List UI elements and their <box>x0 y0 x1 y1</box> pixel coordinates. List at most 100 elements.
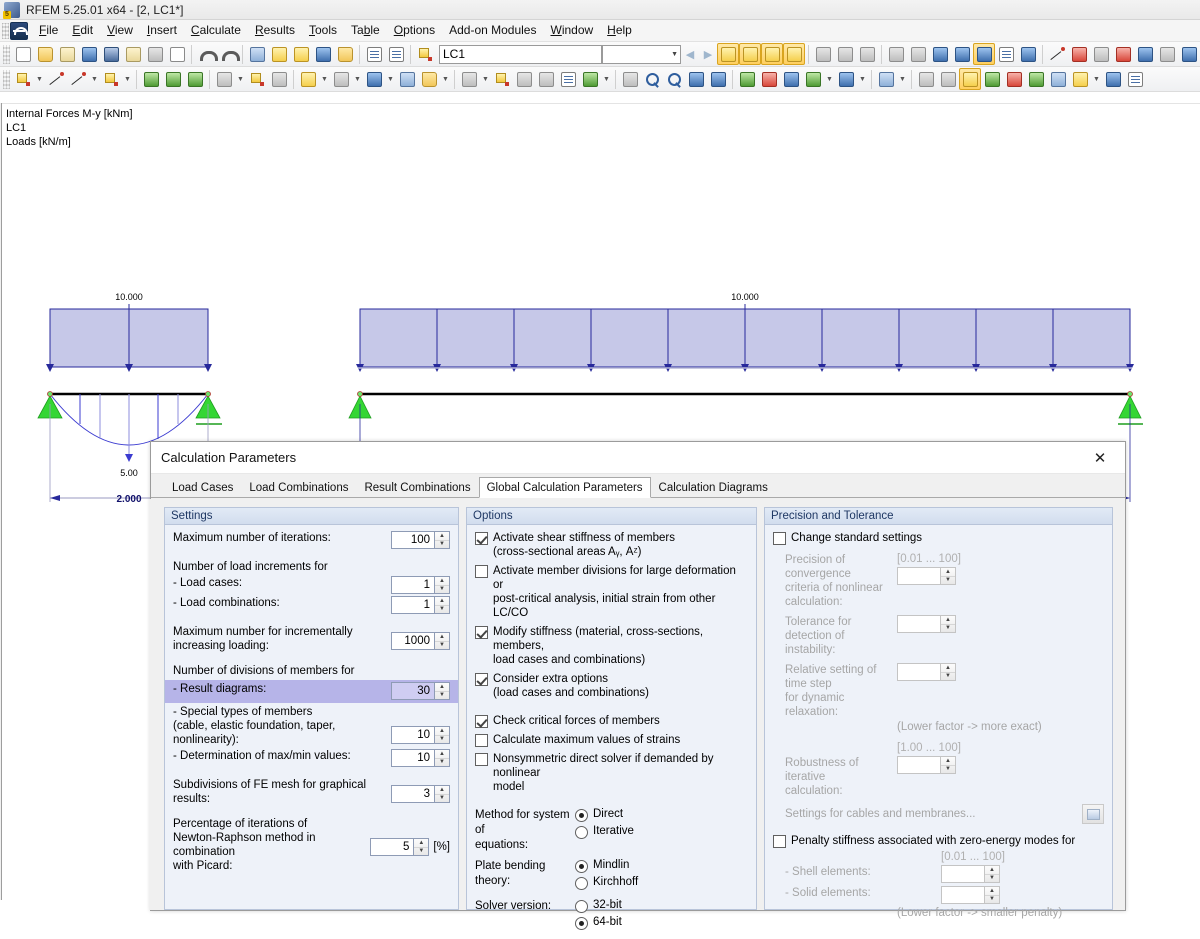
radio-solver-32bit[interactable]: 32-bit <box>575 899 748 913</box>
tab-result-combinations[interactable]: Result Combinations <box>356 478 478 497</box>
new-member-division-icon[interactable] <box>268 68 290 90</box>
solid-load-dropdown-icon[interactable]: ▼ <box>440 68 451 90</box>
secondary-combo[interactable]: ▼ <box>602 45 681 64</box>
menu-item-insert[interactable]: Insert <box>140 20 184 41</box>
precision-spin-buttons[interactable]: ▲▼ <box>941 567 956 585</box>
menu-item-table[interactable]: Table <box>344 20 387 41</box>
new-solid-icon[interactable] <box>396 68 418 90</box>
result-value-icon[interactable] <box>1069 68 1091 90</box>
tab-load-cases[interactable]: Load Cases <box>164 478 241 497</box>
special-members-stepper[interactable]: 10 ▲▼ <box>391 726 450 744</box>
show-deformation-icon[interactable] <box>717 43 739 65</box>
radio-plate-mindlin[interactable]: Mindlin <box>575 859 748 873</box>
spin-down-icon[interactable]: ▼ <box>941 673 955 681</box>
toolbar-grip-2[interactable] <box>3 70 10 89</box>
solid-spin-buttons[interactable]: ▲▼ <box>985 886 1000 904</box>
maxmin-stepper[interactable]: 10 ▲▼ <box>391 749 450 767</box>
surface-result-icon[interactable] <box>1025 68 1047 90</box>
view-z-icon[interactable] <box>780 68 802 90</box>
view-x-icon[interactable] <box>736 68 758 90</box>
new-member-dropdown-icon[interactable]: ▼ <box>89 68 100 90</box>
render-mode-icon[interactable] <box>835 68 857 90</box>
spin-down-icon[interactable]: ▼ <box>985 875 999 883</box>
load-case-combo[interactable]: LC1 <box>439 45 602 64</box>
model-generator-icon[interactable] <box>579 68 601 90</box>
new-line-icon[interactable] <box>45 68 67 90</box>
open-model-icon[interactable] <box>56 43 78 65</box>
menu-item-help[interactable]: Help <box>600 20 639 41</box>
result-diagrams-spin-buttons[interactable]: ▲▼ <box>435 682 450 700</box>
menu-item-file[interactable]: File <box>32 20 65 41</box>
checkbox-change-standard-settings[interactable]: Change standard settings <box>773 531 1104 545</box>
zoom-window-icon[interactable] <box>707 68 729 90</box>
tolerance-instability-stepper[interactable]: ▲▼ <box>897 615 956 633</box>
new-surface-support-icon[interactable] <box>184 68 206 90</box>
radio-icon[interactable] <box>575 900 588 913</box>
new-line-support-icon[interactable] <box>162 68 184 90</box>
perspective-dropdown-icon[interactable]: ▼ <box>897 68 908 90</box>
checkbox-icon[interactable] <box>475 734 488 747</box>
spin-up-icon[interactable]: ▲ <box>941 757 955 766</box>
checkbox-icon[interactable] <box>773 532 786 545</box>
spin-down-icon[interactable]: ▼ <box>435 642 449 650</box>
checkbox-modify-stiffness[interactable]: Modify stiffness (material, cross-sectio… <box>475 625 748 667</box>
picard-stepper[interactable]: 5 ▲▼ [%] <box>370 838 450 856</box>
spin-up-icon[interactable]: ▲ <box>435 597 449 606</box>
internal-forces-icon[interactable] <box>959 68 981 90</box>
coordinate-system-icon[interactable] <box>973 43 995 65</box>
menu-item-tools[interactable]: Tools <box>302 20 344 41</box>
spin-down-icon[interactable]: ▼ <box>985 896 999 904</box>
tab-global-calculation-parameters[interactable]: Global Calculation Parameters <box>479 477 651 498</box>
mesh-icon[interactable] <box>885 43 907 65</box>
rotate-icon[interactable] <box>1068 43 1090 65</box>
robustness-spin-buttons[interactable]: ▲▼ <box>941 756 956 774</box>
checkbox-icon[interactable] <box>475 565 488 578</box>
print-icon[interactable] <box>144 43 166 65</box>
open-blue-model-icon[interactable] <box>78 43 100 65</box>
support-reaction-icon[interactable] <box>937 68 959 90</box>
menu-item-edit[interactable]: Edit <box>65 20 100 41</box>
spin-up-icon[interactable]: ▲ <box>414 839 428 848</box>
ucs-icon[interactable] <box>951 43 973 65</box>
checkbox-icon[interactable] <box>475 673 488 686</box>
new-surface-dropdown-icon[interactable]: ▼ <box>122 68 133 90</box>
checkbox-consider-extra-options[interactable]: Consider extra options (load cases and c… <box>475 672 748 700</box>
max-iterations-input[interactable]: 100 <box>391 531 435 549</box>
spin-down-icon[interactable]: ▼ <box>414 848 428 856</box>
tolerance-spin-buttons[interactable]: ▲▼ <box>941 615 956 633</box>
precision-convergence-stepper[interactable]: ▲▼ <box>897 567 961 585</box>
spin-up-icon[interactable]: ▲ <box>941 664 955 673</box>
load-combinations-stepper[interactable]: 1 ▲▼ <box>391 596 450 614</box>
show-values-xx-icon[interactable] <box>739 43 761 65</box>
spin-down-icon[interactable]: ▼ <box>435 606 449 614</box>
checkbox-check-critical-forces[interactable]: Check critical forces of members <box>475 714 748 728</box>
checkbox-penalty-stiffness[interactable]: Penalty stiffness associated with zero-e… <box>773 834 1104 848</box>
new-member-eccentricity-icon[interactable] <box>246 68 268 90</box>
spin-up-icon[interactable]: ▲ <box>435 532 449 541</box>
fe-mesh-input[interactable]: 3 <box>391 785 435 803</box>
result-value-dropdown-icon[interactable]: ▼ <box>1091 68 1102 90</box>
solid-elements-input[interactable] <box>941 886 985 904</box>
new-member-hinge-icon[interactable] <box>213 68 235 90</box>
new-surface-load-icon[interactable] <box>363 68 385 90</box>
checkbox-calculate-max-strains[interactable]: Calculate maximum values of strains <box>475 733 748 747</box>
menu-grip-handle[interactable] <box>2 23 9 39</box>
load-cases-input[interactable]: 1 <box>391 576 435 594</box>
generate-members-icon[interactable] <box>513 68 535 90</box>
result-diagrams-row[interactable]: - Result diagrams: 30 ▲▼ <box>165 680 458 703</box>
menu-item-view[interactable]: View <box>100 20 140 41</box>
picard-spin-buttons[interactable]: ▲▼ <box>414 838 429 856</box>
checkbox-activate-member-divisions[interactable]: Activate member divisions for large defo… <box>475 564 748 620</box>
zoom-all-icon[interactable] <box>685 68 707 90</box>
calculate-all-icon[interactable] <box>290 43 312 65</box>
zoom-out-icon[interactable] <box>663 68 685 90</box>
spin-up-icon[interactable]: ▲ <box>985 887 999 896</box>
connect-lines-icon[interactable] <box>491 68 513 90</box>
spin-up-icon[interactable]: ▲ <box>435 727 449 736</box>
load-cases-spin-buttons[interactable]: ▲▼ <box>435 576 450 594</box>
spin-down-icon[interactable]: ▼ <box>435 759 449 767</box>
wind-simulation-icon[interactable] <box>812 43 834 65</box>
menu-item-window[interactable]: Window <box>543 20 600 41</box>
moving-load-2-icon[interactable] <box>856 43 878 65</box>
contour-result-icon[interactable] <box>1003 68 1025 90</box>
